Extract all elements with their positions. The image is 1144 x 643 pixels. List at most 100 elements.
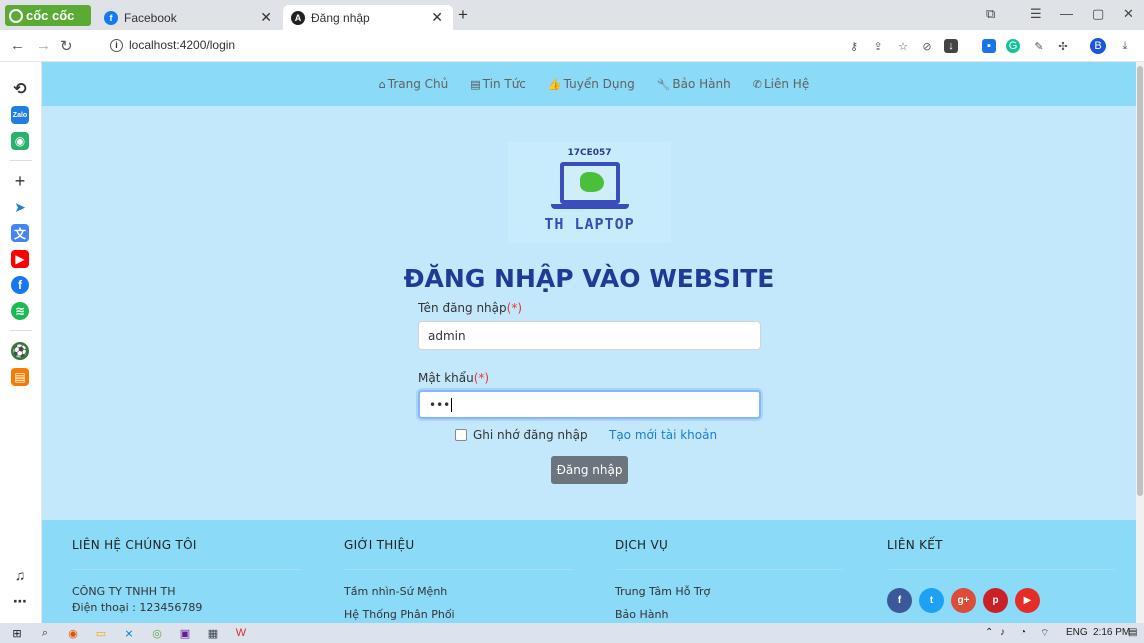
footer-phone: Điện thoại : 123456789 [72,601,203,614]
nav-item-contact[interactable]: ✆ Liên Hệ [753,77,809,91]
footer-divider [344,569,572,570]
tab-title: Facebook [124,10,177,25]
star-icon[interactable]: ☆ [896,39,910,53]
bell-icon[interactable]: ♫ [11,566,29,584]
footer-link-warranty[interactable]: Bảo Hành [615,607,843,623]
spotify-icon[interactable]: ≋ [11,302,29,320]
tab-login[interactable]: A Đăng nhập ✕ [283,5,453,30]
required-mark: (*) [473,371,490,385]
sidebar-divider [10,160,32,161]
facebook-icon: f [104,10,118,25]
clock[interactable]: 2:16 PM [1093,627,1130,638]
pinterest-icon[interactable]: p [983,588,1008,613]
youtube-icon[interactable]: ▶ [11,250,29,268]
site-logo[interactable]: 17CE057 TH LAPTOP [508,142,671,243]
coccoc-taskbar-icon[interactable]: ◉ [66,626,80,640]
main-navigation: ⌂ Trang Chủ ▤ Tin Tức 👍 Tuyển Dụng 🔧 Bảo… [42,62,1136,106]
tray-up-icon[interactable]: ⌃ [985,627,993,638]
nav-item-news[interactable]: ▤ Tin Tức [470,77,526,91]
login-button[interactable]: Đăng nhập [551,456,628,484]
windows-start-icon[interactable]: ⊞ [10,626,24,640]
remember-me[interactable]: Ghi nhớ đăng nhập [455,428,588,442]
screenshot-icon[interactable]: ⧉ [986,6,995,22]
facebook-icon[interactable]: f [11,276,29,294]
extension-blue-icon[interactable]: ▪ [982,39,996,53]
zalo-icon[interactable]: Zalo [11,106,29,124]
address-bar: ← → ↻ i localhost:4200/login ⚷ ⇪ ☆ ⊘ ↓ ▪… [0,30,1144,62]
laptop-icon [559,162,620,204]
app-icon-2[interactable]: ▦ [206,626,220,640]
extensions-icon[interactable]: ✣ [1056,39,1070,53]
scrollbar-thumb[interactable] [1137,66,1143,496]
volume-icon[interactable]: ♪ [1000,627,1005,638]
close-icon[interactable]: ✕ [260,9,272,26]
nav-item-warranty[interactable]: 🔧 Bảo Hành [657,77,731,91]
close-icon[interactable]: ✕ [431,9,443,26]
menu-icon[interactable]: ☰ [1030,6,1042,22]
notifications-icon[interactable]: ▤ [1128,627,1137,638]
shield-icon[interactable]: ⊘ [920,39,934,53]
home-icon: ⌂ [378,77,386,91]
forward-icon[interactable]: → [36,37,51,54]
username-input[interactable]: admin [418,321,761,350]
page-content: ⌂ Trang Chủ ▤ Tin Tức 👍 Tuyển Dụng 🔧 Bảo… [42,62,1136,623]
footer-links: LIÊN KẾT [887,538,1115,570]
tab-facebook[interactable]: f Facebook ✕ [96,5,282,30]
google-plus-icon[interactable]: g+ [951,588,976,613]
network-icon[interactable]: ◔ [1020,627,1026,638]
download-ext-icon[interactable]: ↓ [944,39,958,53]
page-title: ĐĂNG NHẬP VÀO WEBSITE [403,264,775,293]
footer-company: CÔNG TY TNHH TH [72,585,176,598]
file-explorer-icon[interactable]: ▭ [94,626,108,640]
profile-avatar[interactable]: B [1090,38,1106,54]
minimize-icon[interactable]: — [1060,6,1073,21]
wifi-icon[interactable]: ⌔ [1040,627,1049,640]
more-icon[interactable]: ⋯ [11,592,29,610]
footer-link-vision[interactable]: Tầm nhìn-Sứ Mệnh [344,584,572,600]
password-input[interactable]: ••• [418,390,761,419]
new-tab-icon[interactable]: + [458,5,468,25]
search-icon[interactable]: ⌕ [38,626,52,640]
url-field[interactable]: i localhost:4200/login [110,38,235,52]
maximize-icon[interactable]: ▢ [1092,6,1104,22]
footer-contact: LIÊN HỆ CHÚNG TÔI CÔNG TY TNHH TH Điện t… [72,538,300,616]
password-value: ••• [429,397,451,412]
football-icon[interactable]: ⚽ [11,342,29,360]
grammarly-icon[interactable]: G [1006,39,1020,53]
coccoc-logo[interactable]: cốc cốc [5,5,91,26]
reload-icon[interactable]: ↻ [60,37,73,55]
nav-item-home[interactable]: ⌂ Trang Chủ [379,77,448,91]
wps-icon[interactable]: W [234,626,248,640]
color-picker-icon[interactable]: ✎ [1032,39,1046,53]
browser-sidebar: ⟲ Zalo ◉ + ➤ 文 ▶ f ≋ ⚽ ▤ ♫ ⋯ [0,62,42,623]
nav-item-recruitment[interactable]: 👍 Tuyển Dụng [548,77,635,91]
coccoc-alt-icon[interactable]: ◎ [150,626,164,640]
shopping-icon[interactable]: ▤ [11,368,29,386]
info-icon[interactable]: i [110,38,123,52]
app-icon[interactable]: ▣ [178,626,192,640]
history-icon[interactable]: ⟲ [11,80,29,98]
share-icon[interactable]: ⇪ [871,39,885,53]
footer-link-distribution[interactable]: Hệ Thống Phân Phối [344,607,572,623]
twitter-icon[interactable]: t [919,588,944,613]
close-window-icon[interactable]: ✕ [1123,6,1134,22]
game-icon[interactable]: ◉ [11,132,29,150]
vscode-icon[interactable]: ⨯ [122,626,136,640]
add-icon[interactable]: + [11,171,29,191]
translate-icon[interactable]: 文 [11,224,29,242]
youtube-icon[interactable]: ▶ [1015,588,1040,613]
messenger-arrow-icon[interactable]: ➤ [11,198,29,216]
nav-label: Bảo Hành [672,77,731,91]
footer-about: GIỚI THIỆU Tầm nhìn-Sứ Mệnh Hệ Thống Phâ… [344,538,572,623]
create-account-link[interactable]: Tạo mới tài khoản [609,428,717,442]
downloads-icon[interactable]: ⤓ [1118,39,1132,53]
key-icon[interactable]: ⚷ [847,39,861,53]
scrollbar[interactable] [1136,62,1144,623]
facebook-icon[interactable]: f [887,588,912,613]
logo-brand: TH LAPTOP [544,215,635,233]
coccoc-ring-icon [9,8,23,23]
remember-checkbox[interactable] [455,429,467,441]
language-indicator[interactable]: ENG [1066,627,1088,638]
back-icon[interactable]: ← [10,37,25,54]
footer-link-support[interactable]: Trung Tâm Hỗ Trợ [615,584,843,600]
